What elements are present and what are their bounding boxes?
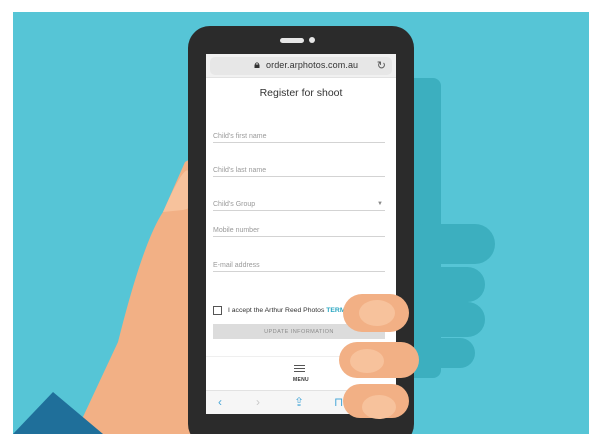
last-name-field[interactable]: Child's last name bbox=[213, 161, 385, 177]
forward-icon[interactable]: › bbox=[256, 395, 260, 409]
terms-of-use-link[interactable]: TERMS OF USE bbox=[326, 307, 377, 314]
background-shape bbox=[405, 302, 485, 337]
background-shape bbox=[405, 224, 495, 264]
camera-icon bbox=[309, 37, 315, 43]
background-shape bbox=[405, 267, 485, 302]
reload-icon[interactable]: ↻ bbox=[377, 59, 386, 73]
browser-address-bar[interactable]: order.arphotos.com.au ↻ bbox=[206, 54, 396, 78]
page-title: Register for shoot bbox=[259, 87, 343, 99]
update-information-button[interactable]: UPDATE INFORMATION bbox=[213, 324, 385, 339]
lock-icon bbox=[254, 62, 260, 68]
hamburger-icon bbox=[294, 365, 305, 373]
background-shape bbox=[405, 338, 475, 368]
phone-screen: order.arphotos.com.au ↻ Register for sho… bbox=[206, 54, 396, 414]
accept-terms-label: I accept the Arthur Reed Photos TERMS OF… bbox=[228, 307, 377, 314]
first-name-field[interactable]: Child's first name bbox=[213, 127, 385, 143]
mobile-number-field[interactable]: Mobile number bbox=[213, 221, 385, 237]
share-icon[interactable]: ⇪ bbox=[294, 395, 304, 409]
menu-label: MENU bbox=[293, 377, 309, 383]
email-placeholder: E-mail address bbox=[213, 262, 260, 269]
terms-checkbox[interactable] bbox=[213, 306, 222, 315]
accept-text: I accept the Arthur Reed Photos bbox=[228, 307, 325, 314]
illustration-background: order.arphotos.com.au ↻ Register for sho… bbox=[13, 12, 589, 434]
smartphone: order.arphotos.com.au ↻ Register for sho… bbox=[188, 26, 414, 434]
back-icon[interactable]: ‹ bbox=[218, 395, 222, 409]
last-name-placeholder: Child's last name bbox=[213, 167, 267, 174]
bookmarks-icon[interactable]: ⊓ bbox=[334, 395, 343, 409]
mobile-number-placeholder: Mobile number bbox=[213, 227, 260, 234]
first-name-placeholder: Child's first name bbox=[213, 133, 267, 140]
email-field[interactable]: E-mail address bbox=[213, 256, 385, 272]
url-text: order.arphotos.com.au bbox=[266, 60, 359, 70]
child-group-select[interactable]: Child's Group ▼ bbox=[213, 195, 385, 211]
speaker-icon bbox=[280, 38, 304, 43]
browser-toolbar: ‹ › ⇪ ⊓ bbox=[206, 390, 396, 414]
menu-button[interactable]: MENU bbox=[206, 356, 396, 390]
child-group-placeholder: Child's Group bbox=[213, 201, 256, 208]
chevron-down-icon: ▼ bbox=[377, 201, 383, 207]
url-field[interactable]: order.arphotos.com.au ↻ bbox=[210, 57, 392, 75]
